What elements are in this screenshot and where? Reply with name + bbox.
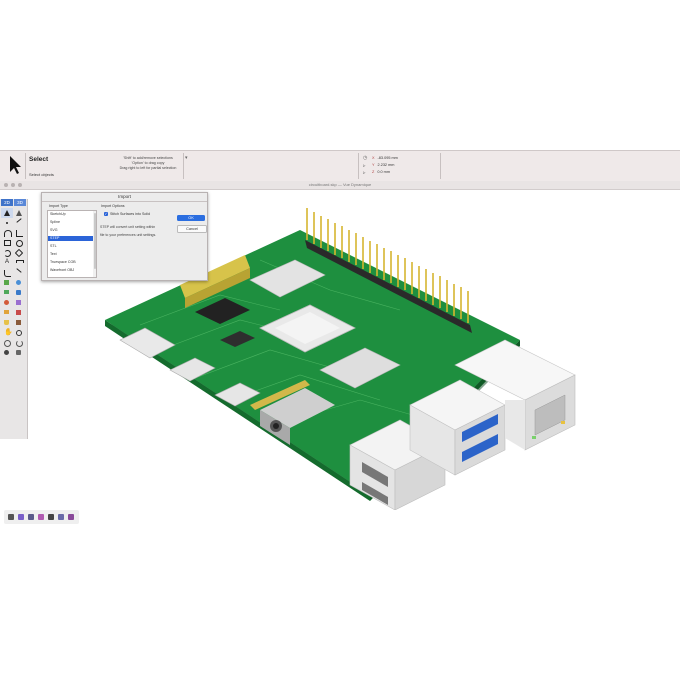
window-title-bar: circuitboard.skp — Vue Dynamique xyxy=(0,181,680,190)
import-type-list[interactable]: SketchUp Spline SVG STEP STL Text Truesp… xyxy=(47,210,97,278)
list-item[interactable]: Text xyxy=(50,252,94,257)
walk-tool-icon[interactable] xyxy=(13,338,25,348)
app-window: Select Select objects 'Shift' to add/rem… xyxy=(0,150,680,528)
import-dialog: Import Import Type Import Options Sketch… xyxy=(41,192,208,281)
list-item[interactable]: Spline xyxy=(50,220,94,225)
list-item[interactable]: Truespace COB xyxy=(50,260,94,265)
list-item[interactable]: STL xyxy=(50,244,94,249)
paint-bucket-icon[interactable] xyxy=(1,318,13,328)
dock-app-icon[interactable] xyxy=(8,514,14,520)
revolve-tool-icon[interactable] xyxy=(13,278,25,288)
circle-tool-icon[interactable] xyxy=(13,238,25,248)
point-tool-icon[interactable] xyxy=(1,218,13,228)
coord-x: X -83.095 mm xyxy=(372,156,398,160)
dock-app-icon[interactable] xyxy=(58,514,64,520)
list-scrollbar[interactable] xyxy=(93,211,96,277)
tool-status: Select objects xyxy=(29,172,54,177)
material-tool-icon[interactable] xyxy=(13,318,25,328)
orbit-tool-icon[interactable] xyxy=(1,338,13,348)
dock-app-icon[interactable] xyxy=(38,514,44,520)
tool-palette: 2D 3D A ✋ xyxy=(0,199,28,439)
bottom-dock xyxy=(4,510,79,524)
render-tool-icon[interactable] xyxy=(1,348,13,358)
select-3d-icon[interactable] xyxy=(13,208,25,218)
light-tool-icon[interactable] xyxy=(13,348,25,358)
text-tool-icon[interactable]: A xyxy=(1,258,13,268)
nudge-icon: ▹ xyxy=(363,163,366,169)
ok-button[interactable]: OK xyxy=(177,215,205,221)
sweep-tool-icon[interactable] xyxy=(13,288,25,298)
dock-app-icon[interactable] xyxy=(68,514,74,520)
import-type-label: Import Type xyxy=(49,204,68,208)
tool-hint: 'Option' to drag copy xyxy=(131,161,165,165)
nudge-icon: ▹ xyxy=(363,170,366,176)
dock-app-icon[interactable] xyxy=(18,514,24,520)
trim-tool-icon[interactable] xyxy=(13,268,25,278)
note-text: file to your preferences unit settings. xyxy=(100,233,157,237)
stitch-option-label: Stitch Surfaces into Solid xyxy=(110,212,150,216)
coord-z: Z 0.0 mm xyxy=(372,170,390,174)
pan-hand-icon[interactable]: ✋ xyxy=(1,328,13,338)
line-tool-icon[interactable] xyxy=(13,218,25,228)
dialog-title: Import xyxy=(118,194,131,199)
chamfer-tool-icon[interactable] xyxy=(13,308,25,318)
coord-y: Y 2.232 mm xyxy=(372,163,395,167)
solid-tool-icon[interactable] xyxy=(13,298,25,308)
dock-app-icon[interactable] xyxy=(28,514,34,520)
polygon-tool-icon[interactable] xyxy=(13,248,25,258)
tool-hint: 'Shift' to add/remove selections xyxy=(123,156,173,160)
note-text: STEP will convert unit setting within xyxy=(100,225,156,229)
list-item[interactable]: SVG xyxy=(50,228,94,233)
boolean-tool-icon[interactable] xyxy=(1,298,13,308)
import-options-label: Import Options xyxy=(101,204,125,208)
curve-tool-icon[interactable] xyxy=(1,228,13,238)
rectangle-tool-icon[interactable] xyxy=(1,238,13,248)
tab-3d[interactable]: 3D xyxy=(14,199,26,206)
tool-hint: Drag right to left for partial selection xyxy=(119,166,177,170)
shell-tool-icon[interactable] xyxy=(1,308,13,318)
dimension-tool-icon[interactable] xyxy=(13,258,25,268)
tab-2d[interactable]: 2D xyxy=(1,199,13,206)
extrude-tool-icon[interactable] xyxy=(1,278,13,288)
fillet-tool-icon[interactable] xyxy=(1,268,13,278)
polyline-tool-icon[interactable] xyxy=(13,228,25,238)
tool-name: Select xyxy=(29,156,49,163)
window-title: circuitboard.skp — Vue Dynamique xyxy=(308,182,372,187)
clock-icon: ◷ xyxy=(363,155,368,161)
select-tool-icon[interactable] xyxy=(1,208,13,218)
list-item-selected[interactable]: STEP xyxy=(48,236,96,241)
dropdown-arrow-icon[interactable]: ▾ xyxy=(185,155,188,161)
dock-app-icon[interactable] xyxy=(48,514,54,520)
arc-tool-icon[interactable] xyxy=(1,248,13,258)
list-item[interactable]: Wavefront OBJ xyxy=(50,268,94,273)
select-arrow-icon xyxy=(10,156,21,174)
tool-options-bar: Select Select objects 'Shift' to add/rem… xyxy=(0,150,680,182)
list-item[interactable]: SketchUp xyxy=(50,212,94,217)
cancel-button[interactable]: Cancel xyxy=(177,225,207,233)
loft-tool-icon[interactable] xyxy=(1,288,13,298)
zoom-tool-icon[interactable] xyxy=(13,328,25,338)
stitch-checkbox[interactable]: ✓ xyxy=(104,212,108,216)
